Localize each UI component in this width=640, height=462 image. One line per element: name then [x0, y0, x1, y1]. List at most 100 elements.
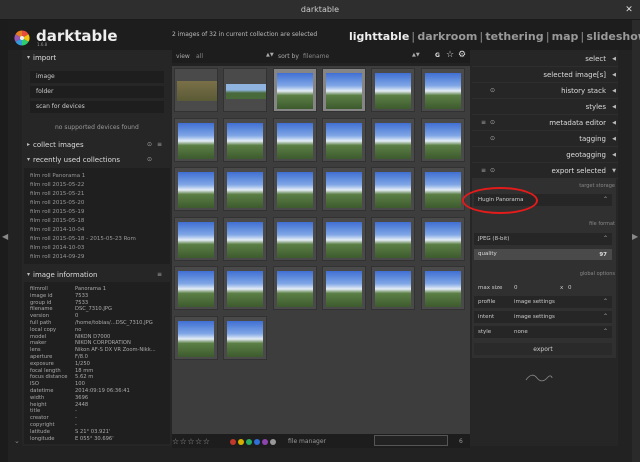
info-row: model NIKON D7000 [30, 333, 111, 340]
max-height-input[interactable]: 0 [568, 285, 572, 291]
reset-icon: ⊙ [490, 119, 496, 126]
zoom-slider[interactable] [374, 435, 448, 446]
thumbnail[interactable] [272, 266, 317, 310]
module-metadata-editor[interactable]: ≡ ⊙ metadata editor ◀ [472, 116, 618, 131]
thumbnail[interactable] [174, 68, 218, 112]
color-label-red-icon[interactable] [230, 439, 236, 445]
thumbnail[interactable] [321, 117, 366, 162]
recent-item[interactable]: film roll 2014-09-29 [30, 254, 84, 260]
color-label-gray-icon[interactable] [270, 439, 276, 445]
recent-item[interactable]: film roll 2015-05-19 [30, 209, 84, 215]
thumbnail[interactable] [321, 68, 366, 112]
color-label-blue-icon[interactable] [254, 439, 260, 445]
close-icon[interactable]: ✕ [623, 4, 635, 16]
view-tethering[interactable]: tethering [485, 30, 543, 43]
module-selected-images[interactable]: selected image[s] ◀ [472, 68, 618, 83]
profile-select[interactable]: profile image settings ⌃ [474, 296, 612, 308]
thumbnail-image [227, 320, 264, 357]
recent-item[interactable]: film roll 2015-05-22 [30, 182, 84, 188]
thumbnail[interactable] [174, 266, 218, 310]
thumbnail[interactable] [174, 315, 218, 360]
thumbnail[interactable] [223, 266, 268, 310]
thumbnail[interactable] [272, 68, 317, 112]
thumbnail[interactable] [420, 167, 465, 211]
module-geotagging[interactable]: geotagging ◀ [472, 148, 618, 163]
thumbnail[interactable] [371, 266, 416, 310]
thumbnail[interactable] [371, 117, 416, 162]
thumbnail[interactable] [420, 266, 465, 310]
module-select[interactable]: select ◀ [472, 52, 618, 67]
view-darkroom[interactable]: darkroom [417, 30, 477, 43]
collapse-right-icon[interactable]: ▶ [632, 232, 638, 241]
file-format-select[interactable]: JPEG (8-bit) ⌃ [474, 233, 612, 245]
color-label-yellow-icon[interactable] [238, 439, 244, 445]
color-label-green-icon[interactable] [246, 439, 252, 445]
star-rating-filter[interactable]: ☆☆☆☆☆ [172, 437, 210, 446]
info-row: datetime 2014:09:19 06:36:41 [30, 388, 130, 394]
thumbnail[interactable] [223, 117, 268, 162]
module-tagging[interactable]: ⊙ tagging ◀ [472, 132, 618, 147]
thumbnail[interactable] [223, 68, 268, 112]
view-map[interactable]: map [552, 30, 579, 43]
thumbnail[interactable] [223, 167, 268, 211]
collapse-icon: ▾ [27, 54, 31, 61]
global-options-label: global options [579, 271, 615, 277]
recent-header[interactable]: ▾ recently used collections ⊙ [24, 155, 170, 167]
import-header[interactable]: ▾ import [24, 53, 170, 65]
recent-item[interactable]: film roll 2015-05-20 [30, 200, 84, 206]
recent-item[interactable]: film roll 2014-10-03 [30, 245, 84, 251]
zoom-value[interactable]: 6 [459, 438, 463, 445]
gear-icon[interactable]: ⚙ [458, 50, 466, 60]
thumbnail[interactable] [272, 216, 317, 261]
thumbnail[interactable] [321, 167, 366, 211]
thumbnail[interactable] [321, 266, 366, 310]
thumbnail[interactable] [272, 167, 317, 211]
view-slideshow[interactable]: slideshow [586, 30, 640, 43]
thumbnail[interactable] [223, 315, 268, 360]
module-export-selected[interactable]: ≡ ⊙ export selected ▼ [472, 164, 618, 179]
view-filter-select[interactable]: all [196, 53, 203, 60]
recent-item[interactable]: film roll Panorama 1 [30, 173, 85, 179]
view-lighttable[interactable]: lighttable [349, 30, 409, 43]
thumbnail[interactable] [371, 68, 416, 112]
overlay-star-icon[interactable]: ☆ [446, 50, 454, 60]
recent-item[interactable]: film roll 2014-10-04 [30, 227, 84, 233]
color-label-purple-icon[interactable] [262, 439, 268, 445]
thumbnail-image [424, 172, 461, 208]
recent-item[interactable]: film roll 2015-05-18 [30, 218, 84, 224]
quality-slider[interactable]: quality 97 [474, 249, 612, 260]
thumbnail[interactable] [420, 117, 465, 162]
thumbnail[interactable] [174, 167, 218, 211]
module-styles[interactable]: styles ◀ [472, 100, 618, 115]
collapse-bottom-icon[interactable]: ⌄ [14, 437, 20, 445]
grouping-button[interactable]: G [435, 52, 440, 59]
image-info-header[interactable]: ▾ image information ≡ [24, 270, 170, 282]
thumbnail[interactable] [420, 216, 465, 261]
thumbnail-image [276, 172, 313, 208]
thumbnail-image [227, 271, 264, 307]
thumbnail[interactable] [420, 68, 465, 112]
intent-select[interactable]: intent image settings ⌃ [474, 311, 612, 323]
scan-devices-button[interactable]: scan for devices [30, 101, 164, 113]
collapse-left-icon[interactable]: ◀ [2, 232, 8, 241]
collect-header[interactable]: ▸ collect images ⊙ ≡ [24, 140, 170, 152]
import-folder-button[interactable]: folder [30, 86, 164, 98]
import-image-button[interactable]: image [30, 71, 164, 83]
recent-item[interactable]: film roll 2015-05-21 [30, 191, 84, 197]
sort-select[interactable]: filename [303, 53, 329, 60]
file-format-label: file format [589, 221, 615, 227]
thumbnail[interactable] [223, 216, 268, 261]
thumbnail[interactable] [371, 167, 416, 211]
thumbnail-image [177, 81, 217, 101]
thumbnail[interactable] [174, 117, 218, 162]
max-width-input[interactable]: 0 [514, 285, 518, 291]
recent-item[interactable]: film roll 2015-05-18 - 2015-05-23 Rom [30, 236, 136, 242]
thumbnail[interactable] [371, 216, 416, 261]
thumbnail[interactable] [272, 117, 317, 162]
thumbnail[interactable] [174, 216, 218, 261]
thumbnail[interactable] [321, 216, 366, 261]
style-select[interactable]: style none ⌃ [474, 326, 612, 338]
layout-mode[interactable]: file manager [288, 438, 326, 445]
export-button[interactable]: export [474, 343, 612, 355]
module-history-stack[interactable]: ⊙ history stack ◀ [472, 84, 618, 99]
